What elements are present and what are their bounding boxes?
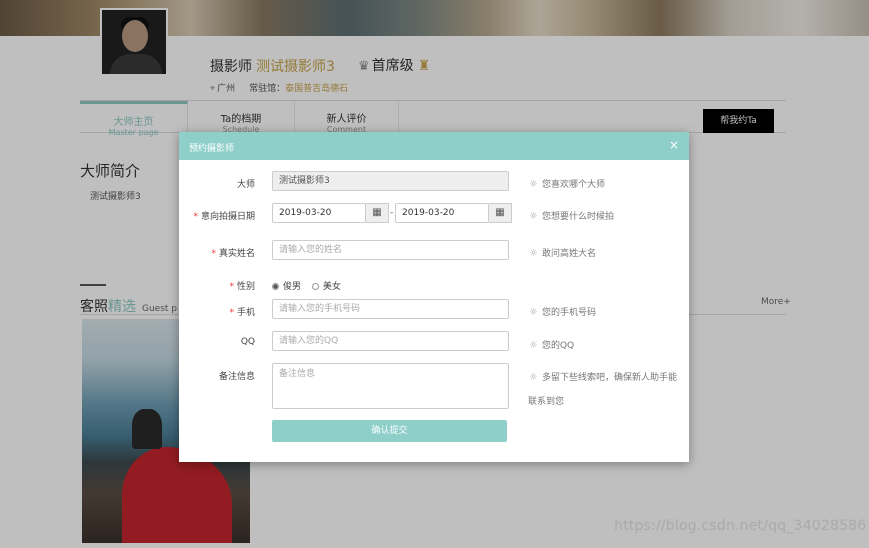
qq-hint: ☼ 您的QQ	[529, 338, 574, 351]
hint-text: 敢问高姓大名	[541, 249, 596, 259]
remark-hint: ☼ 多留下些线索吧，确保新人助手能	[529, 370, 677, 383]
close-icon[interactable]: ×	[669, 139, 679, 151]
date-hint: ☼ 您想要什么时候拍	[529, 209, 614, 222]
submit-button[interactable]: 确认提交	[272, 420, 507, 442]
start-date-input[interactable]: 2019-03-20	[272, 203, 366, 223]
name-hint: ☼ 敢问高姓大名	[529, 246, 596, 259]
qq-input[interactable]	[272, 331, 509, 351]
booking-modal: 预约摄影师 × 大师 测试摄影师3 ☼ 您喜欢哪个大师 * 意向拍摄日期 2019-…	[179, 132, 689, 462]
modal-title: 预约摄影师	[189, 144, 235, 154]
gender-label: * 性别	[229, 282, 255, 292]
phone-input[interactable]	[272, 299, 509, 319]
end-date-input[interactable]: 2019-03-20	[395, 203, 489, 223]
option-label: 美女	[322, 282, 341, 292]
remark-textarea[interactable]	[272, 363, 509, 409]
phone-label: * 手机	[229, 308, 255, 318]
lightbulb-icon: ☼	[529, 248, 538, 259]
calendar-icon[interactable]: ▦	[489, 203, 512, 223]
hint-text: 您的QQ	[541, 341, 575, 351]
date-label: * 意向拍摄日期	[193, 212, 255, 222]
watermark: https://blog.csdn.net/qq_34028586	[614, 518, 867, 534]
label-text: 性别	[236, 282, 255, 292]
label-text: 意向拍摄日期	[200, 212, 255, 222]
name-label: * 真实姓名	[211, 249, 255, 259]
lightbulb-icon: ☼	[529, 372, 538, 383]
lightbulb-icon: ☼	[529, 179, 538, 190]
phone-hint: ☼ 您的手机号码	[529, 305, 596, 318]
label-text: 真实姓名	[218, 249, 255, 259]
gender-radio-group: 俊男 美女	[272, 279, 349, 292]
lightbulb-icon: ☼	[529, 211, 538, 222]
lightbulb-icon: ☼	[529, 340, 538, 351]
qq-label: QQ	[240, 337, 255, 347]
master-hint: ☼ 您喜欢哪个大师	[529, 177, 605, 190]
hint-text: 您想要什么时候拍	[541, 212, 614, 222]
gender-option-male[interactable]: 俊男	[272, 282, 301, 292]
label-text: 手机	[236, 308, 255, 318]
calendar-icon[interactable]: ▦	[366, 203, 389, 223]
master-field: 测试摄影师3	[272, 171, 509, 191]
hint-text: 您的手机号码	[541, 308, 596, 318]
hint-text: 多留下些线索吧，确保新人助手能	[541, 373, 677, 383]
lightbulb-icon: ☼	[529, 307, 538, 318]
date-separator: -	[390, 208, 394, 218]
gender-option-female[interactable]: 美女	[311, 282, 341, 292]
remark-label: 备注信息	[218, 372, 255, 382]
hint-text: 您喜欢哪个大师	[541, 180, 605, 190]
remark-hint-line2: 联系到您	[528, 397, 565, 407]
master-label: 大师	[236, 180, 255, 190]
radio-checked-icon	[272, 283, 279, 290]
option-label: 俊男	[283, 282, 302, 292]
name-input[interactable]	[272, 240, 509, 260]
radio-unchecked-icon	[311, 283, 319, 290]
modal-header: 预约摄影师 ×	[179, 132, 689, 160]
